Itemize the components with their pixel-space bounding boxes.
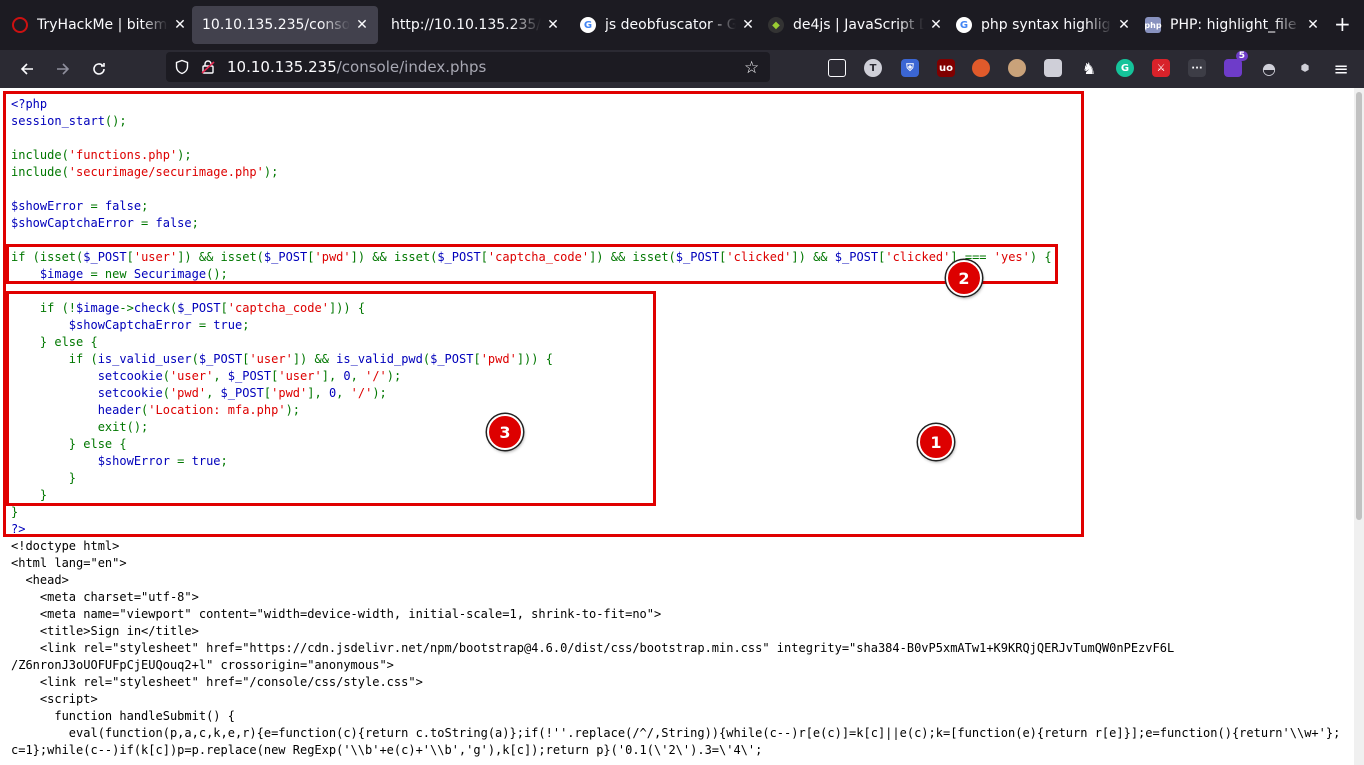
close-icon[interactable]: ✕ xyxy=(172,17,188,33)
wappalyzer-icon[interactable] xyxy=(1008,59,1026,77)
cookie-editor-icon[interactable] xyxy=(1044,59,1062,77)
navigation-bar: 10.10.135.235/console/index.phps ☆ T ⛨ u… xyxy=(0,50,1364,88)
hacktools-icon[interactable]: ⚔ xyxy=(1152,59,1170,77)
ublock-origin-icon[interactable]: uo xyxy=(937,59,955,77)
tab-strip: TryHackMe | biteme ✕ 10.10.135.235/conso… xyxy=(0,0,1364,50)
pocket-icon[interactable] xyxy=(828,59,846,77)
close-icon[interactable]: ✕ xyxy=(354,17,370,33)
html-line: <link rel="stylesheet" href="https://cdn… xyxy=(11,641,1175,655)
html-line: function handleSubmit() { xyxy=(11,709,235,723)
tab-title: PHP: highlight_file - Manual xyxy=(1170,17,1301,33)
html-line: c=1};while(c--)if(k[c])p=p.replace(new R… xyxy=(11,743,763,757)
annotation-marker-1: 1 xyxy=(918,424,954,460)
bitwarden-icon[interactable]: ⛨ xyxy=(901,59,919,77)
foxyproxy-icon[interactable] xyxy=(972,59,990,77)
page-content: <?php session_start(); include('function… xyxy=(0,88,1354,765)
html-line: eval(function(p,a,c,k,e,r){e=function(c)… xyxy=(11,726,1341,740)
google-icon: G xyxy=(580,17,596,33)
user-agent-switcher-icon[interactable]: ♞ xyxy=(1080,59,1098,78)
annotation-marker-3: 3 xyxy=(487,414,523,450)
badge-extension-icon[interactable]: 5 xyxy=(1224,51,1248,77)
annotation-box-3 xyxy=(6,291,656,506)
html-source-block: <!doctype html> <html lang="en"> <head> … xyxy=(11,539,1340,757)
tab-index-phps[interactable]: 10.10.135.235/console/index.phps ✕ xyxy=(192,6,378,44)
tryhackme-icon xyxy=(12,17,28,33)
tab-title: http://10.10.135.235/console/mfa.php xyxy=(391,17,541,33)
more-tools-icon[interactable]: ··· xyxy=(1188,59,1206,77)
tab-mfa[interactable]: http://10.10.135.235/console/mfa.php ✕ xyxy=(391,6,561,44)
tab-title: de4js | JavaScript Deobfuscator xyxy=(793,17,924,33)
shield-icon[interactable] xyxy=(174,59,190,79)
html-line: <meta charset="utf-8"> xyxy=(11,590,199,604)
url-path: /console/index.phps xyxy=(336,58,487,76)
new-tab-icon[interactable]: + xyxy=(1334,14,1351,34)
google-icon: G xyxy=(956,17,972,33)
tab-title: TryHackMe | biteme xyxy=(37,17,168,33)
close-icon[interactable]: ✕ xyxy=(928,17,944,33)
translate-icon[interactable]: T xyxy=(864,59,882,77)
back-arrow-icon[interactable] xyxy=(15,57,39,81)
grammarly-icon[interactable]: G xyxy=(1116,59,1134,77)
close-icon[interactable]: ✕ xyxy=(1305,17,1321,33)
html-line: <head> xyxy=(11,573,69,587)
extensions-puzzle-icon[interactable]: ⬢ xyxy=(1296,59,1314,77)
close-icon[interactable]: ✕ xyxy=(740,17,756,33)
annotation-marker-2: 2 xyxy=(946,260,982,296)
php-icon: php xyxy=(1145,17,1162,33)
html-line: <!doctype html> xyxy=(11,539,120,553)
html-line: <meta name="viewport" content="width=dev… xyxy=(11,607,662,621)
forward-arrow-icon[interactable] xyxy=(51,57,75,81)
vertical-scrollbar[interactable] xyxy=(1354,88,1364,765)
close-icon[interactable]: ✕ xyxy=(1116,17,1132,33)
tab-js-deobfuscator[interactable]: G js deobfuscator - Google Search ✕ xyxy=(580,6,756,44)
address-bar[interactable]: 10.10.135.235/console/index.phps ☆ xyxy=(166,52,770,82)
de4js-icon: ◆ xyxy=(768,17,784,33)
tab-title: php syntax highlight - Google Search xyxy=(981,17,1112,33)
html-line: /Z6nronJ3oUOFUFpCjEUQouq2+l" crossorigin… xyxy=(11,658,394,672)
annotation-box-2 xyxy=(6,244,1058,284)
html-line: <link rel="stylesheet" href="/console/cs… xyxy=(11,675,423,689)
html-line: <html lang="en"> xyxy=(11,556,127,570)
scrollbar-thumb[interactable] xyxy=(1356,92,1362,520)
tab-de4js[interactable]: ◆ de4js | JavaScript Deobfuscator ✕ xyxy=(768,6,944,44)
url-text[interactable]: 10.10.135.235/console/index.phps xyxy=(227,58,486,76)
reload-icon[interactable] xyxy=(87,57,111,81)
close-icon[interactable]: ✕ xyxy=(545,17,561,33)
private-hat-icon[interactable]: ◓ xyxy=(1260,59,1278,78)
tab-title: 10.10.135.235/console/index.phps xyxy=(202,17,350,33)
tab-title: js deobfuscator - Google Search xyxy=(605,17,736,33)
html-line: <title>Sign in</title> xyxy=(11,624,199,638)
hamburger-menu-icon[interactable]: ≡ xyxy=(1329,57,1353,81)
tab-php-manual[interactable]: php PHP: highlight_file - Manual ✕ xyxy=(1145,6,1321,44)
url-host: 10.10.135.235 xyxy=(227,58,337,76)
html-line: <script> xyxy=(11,692,98,706)
tab-tryhackme[interactable]: TryHackMe | biteme ✕ xyxy=(12,6,188,44)
lock-warning-icon[interactable] xyxy=(200,59,216,79)
tab-php-syntax[interactable]: G php syntax highlight - Google Search ✕ xyxy=(956,6,1132,44)
extension-badge-count: 5 xyxy=(1235,51,1248,61)
bookmark-star-icon[interactable]: ☆ xyxy=(744,58,759,78)
